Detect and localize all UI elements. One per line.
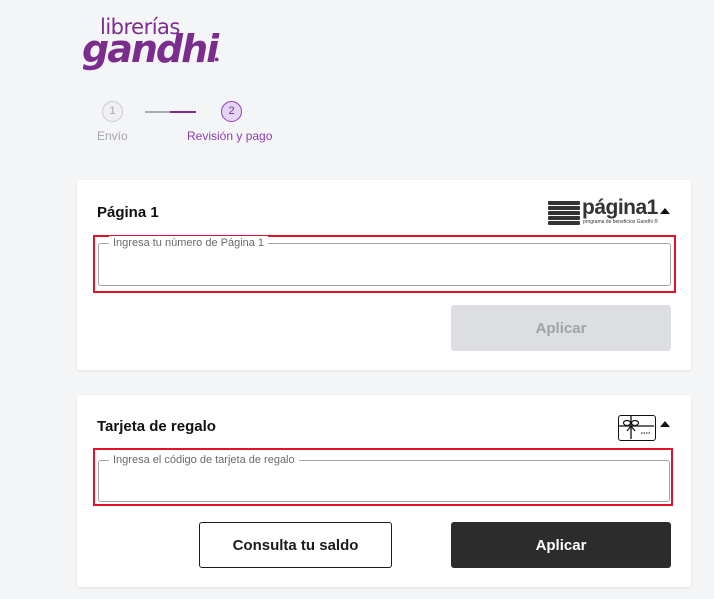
gift-card-apply-button[interactable]: Aplicar (451, 522, 671, 568)
pagina1-logo-subtext: programa de beneficios Gandhi ® (583, 219, 658, 225)
gandhi-logo[interactable]: librerías gandhi ● (82, 17, 222, 71)
pagina1-logo-text: página1 (582, 196, 658, 219)
gift-card-input[interactable] (99, 461, 669, 501)
step-2-circle: 2 (221, 101, 242, 122)
gift-card-field-label: Ingresa el código de tarjeta de regalo (109, 453, 299, 467)
gift-card-title: Tarjeta de regalo (97, 418, 216, 435)
gift-card-icon (618, 415, 656, 441)
pagina1-logo-icon: página1 programa de beneficios Gandhi ® (548, 196, 658, 227)
pagina1-field: Ingresa tu número de Página 1 (98, 236, 671, 286)
step-2-label: Revisión y pago (187, 129, 273, 143)
pagina1-input[interactable] (99, 244, 670, 285)
pagina1-bars-icon (548, 201, 580, 225)
pagina1-field-label: Ingresa tu número de Página 1 (109, 236, 269, 250)
step-1-circle[interactable]: 1 (102, 101, 123, 122)
gift-card-card: Tarjeta de regalo Ingresa el código de t… (77, 395, 691, 587)
pagina1-apply-button[interactable]: Aplicar (451, 305, 671, 351)
collapse-caret-icon[interactable] (660, 208, 670, 214)
logo-line2: gandhi (82, 27, 219, 71)
registered-mark: ● (214, 54, 220, 64)
collapse-caret-icon[interactable] (660, 421, 670, 427)
step-connector-left (145, 111, 170, 113)
step-connector-right (170, 111, 196, 113)
check-balance-button[interactable]: Consulta tu saldo (199, 522, 392, 568)
step-1-label[interactable]: Envío (97, 129, 128, 143)
gift-card-field: Ingresa el código de tarjeta de regalo (98, 453, 670, 502)
pagina1-card: Página 1 página1 programa de beneficios … (77, 180, 691, 370)
pagina1-title: Página 1 (97, 204, 159, 221)
